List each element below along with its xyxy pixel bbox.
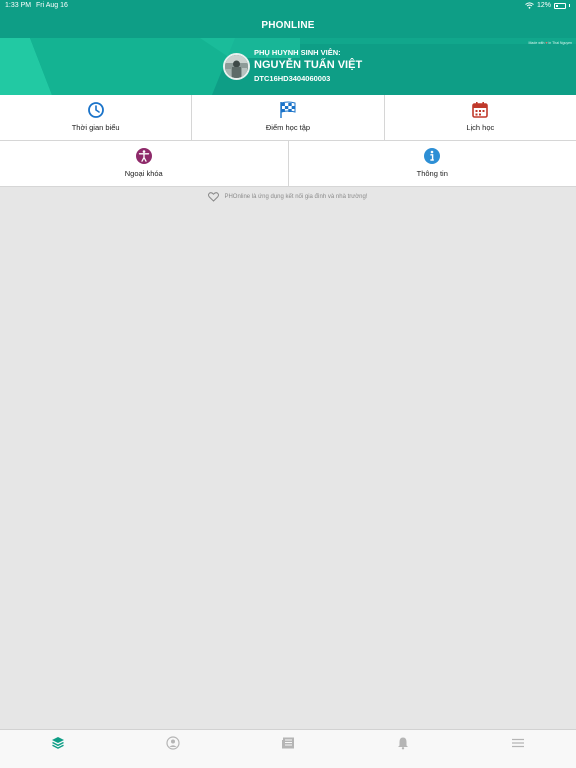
tab-home[interactable] [0, 730, 115, 768]
menu-label: Điểm học tập [265, 123, 311, 132]
menu-row-1: Thời gian biểu Điểm học tập Lịch học [0, 95, 576, 141]
status-right: 12% [525, 2, 570, 9]
battery-tip [569, 4, 570, 7]
clock-icon [87, 102, 104, 118]
tab-more[interactable] [461, 730, 576, 768]
tagline-text: PHOnline là ứng dụng kết nối gia đình và… [224, 194, 368, 200]
app-tagline: PHOnline là ứng dụng kết nối gia đình và… [0, 192, 576, 202]
menu-label: Ngoại khóa [124, 169, 163, 178]
menu-label: Thời gian biểu [71, 123, 120, 132]
menu-row-2: Ngoại khóa Thông tin [0, 141, 576, 187]
profile-info: PHỤ HUYNH SINH VIÊN: NGUYỄN TUẤN VIỆT DT… [254, 48, 362, 83]
heart-icon: ♥ [545, 41, 548, 45]
status-date: Fri Aug 16 [36, 2, 68, 9]
calendar-icon [472, 102, 489, 118]
profile-icon [166, 736, 180, 750]
menu-grid: Thời gian biểu Điểm học tập Lịch học Ngo… [0, 95, 576, 187]
tab-news[interactable] [230, 730, 345, 768]
info-icon [424, 148, 441, 164]
status-bar: 1:33 PM Fri Aug 16 12% [0, 0, 576, 14]
menu-label: Lịch học [466, 123, 495, 132]
app-header: 1:33 PM Fri Aug 16 12% PHONLINE [0, 0, 576, 38]
menu-item-schedule[interactable]: Lịch học [384, 95, 576, 140]
battery-icon [554, 2, 566, 9]
menu-item-timetable[interactable]: Thời gian biểu [0, 95, 193, 140]
tab-profile[interactable] [115, 730, 230, 768]
bell-icon [398, 737, 409, 750]
profile-banner: Made with ♥ in Thai Nguyen PHỤ HUYNH SIN… [0, 38, 576, 95]
newspaper-icon [282, 737, 294, 749]
student-name: NGUYỄN TUẤN VIỆT [254, 59, 363, 71]
student-code: DTC16HD3404060003 [254, 74, 331, 83]
menu-item-info[interactable]: Thông tin [288, 141, 576, 186]
tab-bar [0, 729, 576, 768]
accessibility-icon [135, 148, 152, 164]
profile-role: PHỤ HUYNH SINH VIÊN: [254, 48, 341, 57]
layers-icon [51, 737, 64, 749]
menu-item-extracurricular[interactable]: Ngoại khóa [0, 141, 289, 186]
avatar[interactable] [223, 53, 250, 80]
app-title: PHONLINE [261, 20, 315, 31]
menu-label: Thông tin [416, 169, 448, 178]
battery-percent: 12% [536, 2, 551, 9]
menu-item-grades[interactable]: Điểm học tập [192, 95, 385, 140]
made-with-credit: Made with ♥ in Thai Nguyen [528, 41, 572, 45]
wifi-icon [525, 2, 534, 9]
checkered-flag-icon [280, 101, 296, 118]
status-time: 1:33 PM [5, 2, 32, 9]
hamburger-menu-icon [512, 738, 525, 748]
tab-notifications[interactable] [346, 730, 461, 768]
heart-outline-icon [208, 192, 220, 202]
avatar-photo [225, 55, 248, 78]
